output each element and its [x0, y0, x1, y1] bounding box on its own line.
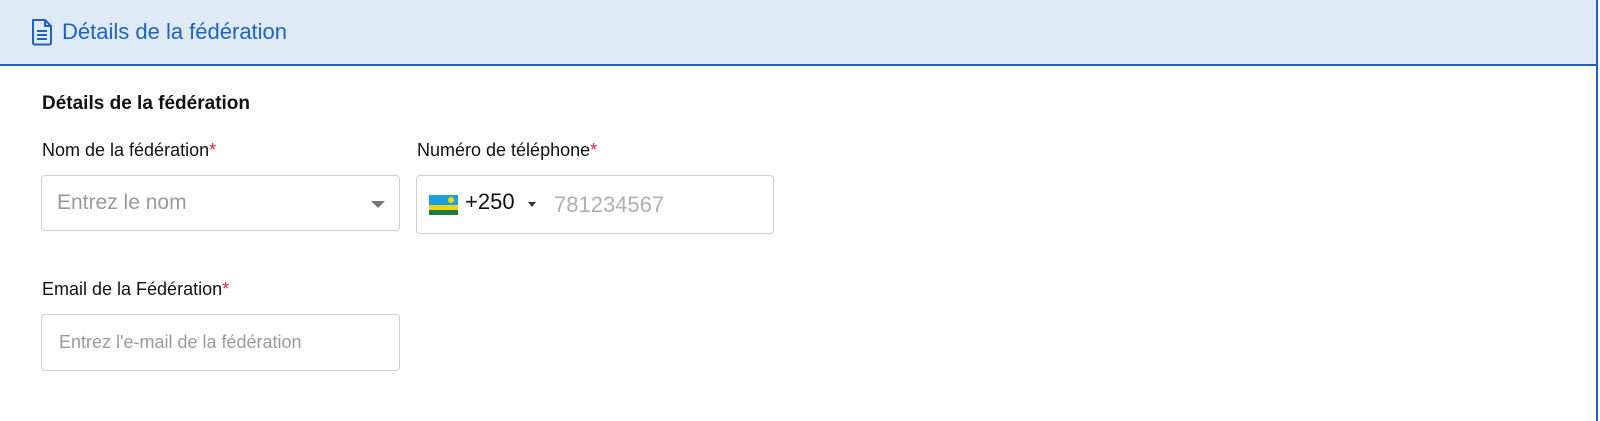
email-label: Email de la Fédération*	[42, 279, 229, 300]
email-input[interactable]: Entrez l'e-mail de la fédération	[41, 314, 400, 371]
card-header: Détails de la fédération	[0, 0, 1596, 66]
name-label-text: Nom de la fédération	[42, 140, 210, 160]
document-icon	[30, 18, 54, 46]
phone-label-text: Numéro de téléphone	[417, 140, 591, 160]
country-caret-icon[interactable]	[528, 202, 536, 207]
email-placeholder: Entrez l'e-mail de la fédération	[59, 332, 302, 352]
name-placeholder: Entrez le nom	[57, 191, 187, 214]
federation-details-card: Détails de la fédération Détails de la f…	[0, 0, 1598, 421]
rwanda-flag-icon[interactable]	[429, 195, 458, 215]
section-title: Détails de la fédération	[42, 93, 251, 114]
required-marker: *	[209, 140, 217, 160]
name-select[interactable]: Entrez le nom	[41, 175, 400, 231]
name-label: Nom de la fédération*	[42, 140, 216, 161]
dial-code[interactable]: +250	[465, 189, 515, 215]
phone-label: Numéro de téléphone*	[417, 140, 597, 161]
chevron-down-icon[interactable]	[371, 201, 385, 208]
email-label-text: Email de la Fédération	[42, 279, 223, 299]
required-marker: *	[222, 279, 230, 299]
phone-placeholder: 781234567	[554, 192, 665, 217]
header-title: Détails de la fédération	[62, 19, 288, 44]
required-marker: *	[590, 140, 598, 160]
phone-field[interactable]: +250 781234567	[416, 175, 774, 234]
